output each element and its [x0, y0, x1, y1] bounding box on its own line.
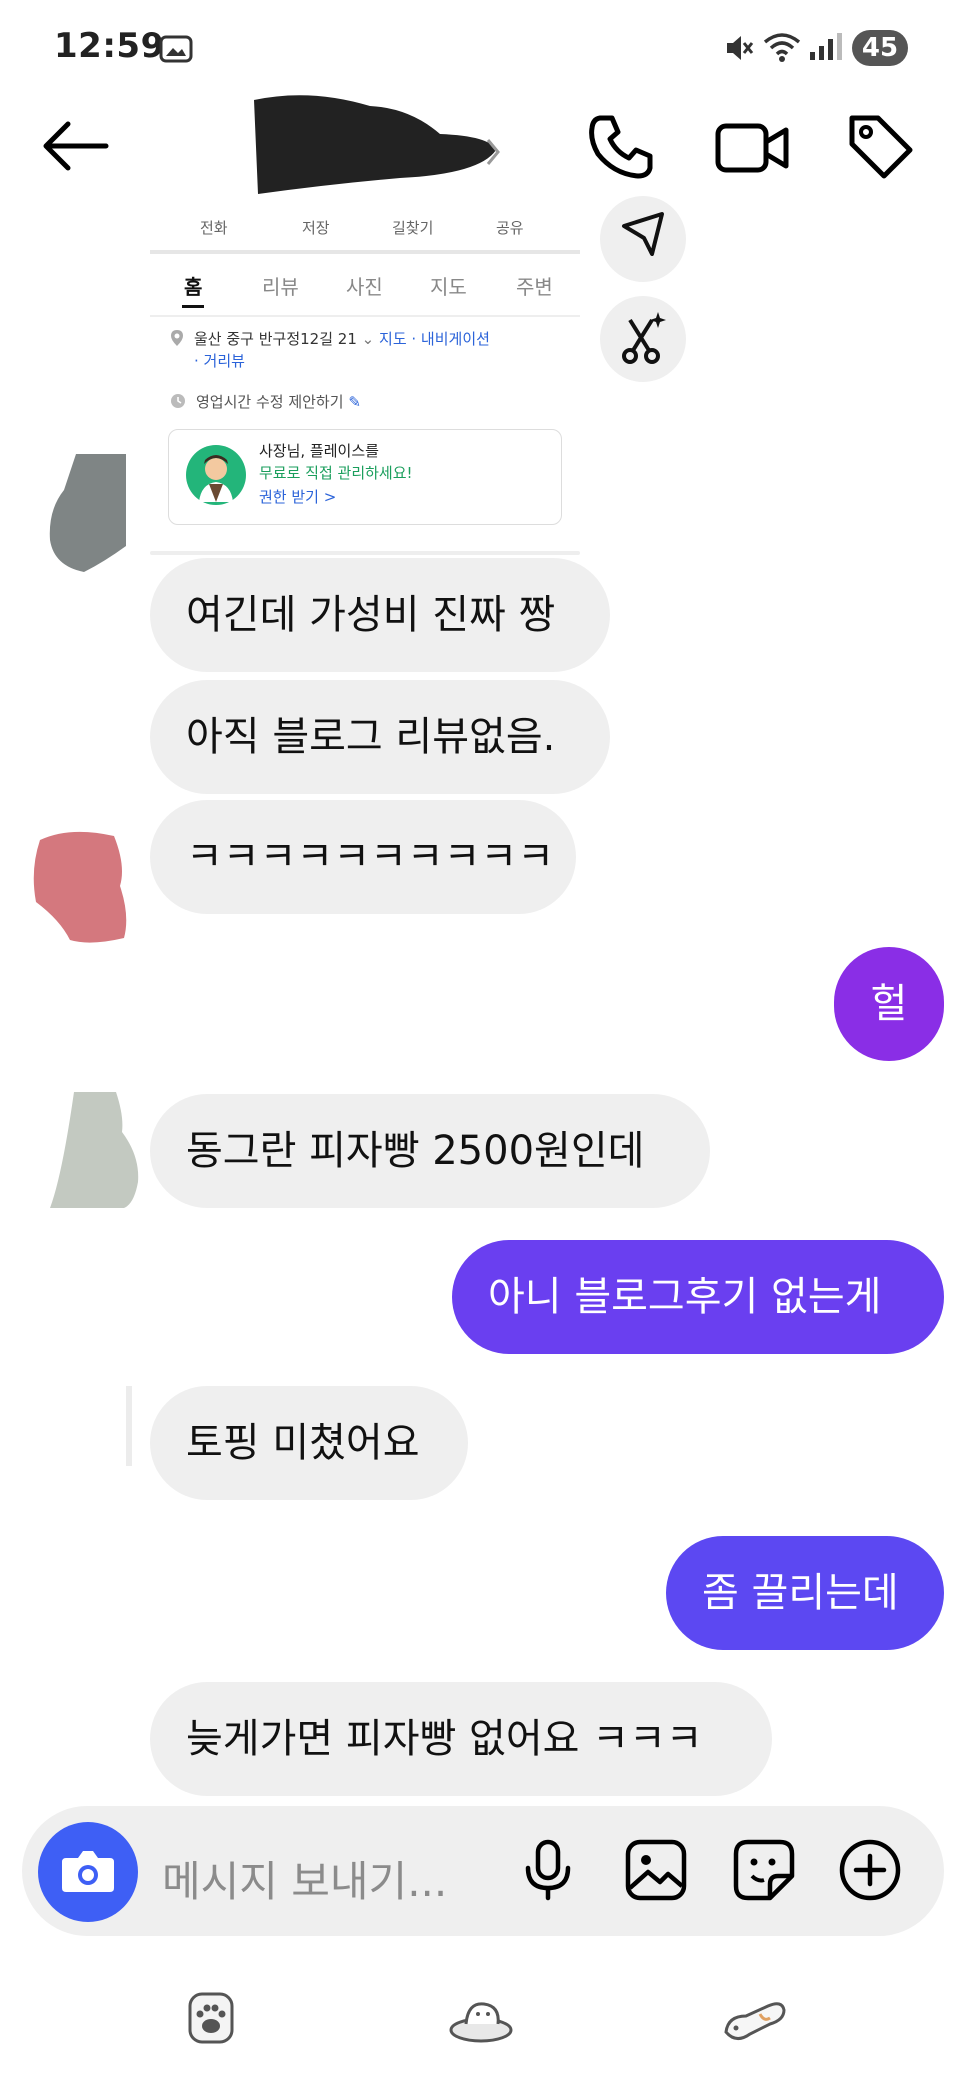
- message-bubble-incoming[interactable]: 아직 블로그 리뷰없음.: [150, 680, 610, 794]
- microphone-icon[interactable]: [516, 1838, 580, 1902]
- screenshot-indicator-icon: [159, 35, 193, 63]
- card-promo-box[interactable]: 사장님, 플레이스를 무료로 직접 관리하세요! 권한 받기 >: [168, 429, 562, 525]
- card-action-row: 전화 저장 길찾기 공유: [150, 215, 580, 255]
- card-tab-photos[interactable]: 사진: [346, 271, 383, 300]
- back-arrow-icon[interactable]: [40, 118, 110, 174]
- ai-scissors-button[interactable]: [600, 296, 686, 382]
- message-composer: [22, 1806, 944, 1936]
- message-bubble-incoming[interactable]: 여긴데 가성비 진짜 짱: [150, 558, 610, 672]
- message-bubble-outgoing[interactable]: 좀 끌리는데: [666, 1536, 944, 1650]
- sender-avatar[interactable]: [44, 450, 130, 575]
- navigation-arrow-icon: [622, 212, 664, 256]
- clock-icon: [171, 394, 185, 408]
- pencil-icon: ✎: [348, 393, 361, 411]
- sender-avatar[interactable]: [30, 826, 130, 946]
- message-bubble-outgoing[interactable]: 아니 블로그후기 없는게: [452, 1240, 944, 1354]
- card-tab-reviews[interactable]: 리뷰: [262, 271, 299, 300]
- card-tab-home[interactable]: 홈: [184, 271, 202, 300]
- message-bubble-incoming[interactable]: ㅋㅋㅋㅋㅋㅋㅋㅋㅋㅋ: [150, 800, 576, 914]
- card-address-text: 울산 중구 반구정12길 21: [194, 330, 357, 348]
- shared-place-card[interactable]: 전화 저장 길찾기 공유 홈 리뷰 사진 지도 주변 울산 중구 반구정12길 …: [150, 215, 580, 555]
- owner-avatar-icon: [186, 445, 246, 505]
- tag-icon[interactable]: [846, 112, 916, 182]
- message-bubble-incoming[interactable]: 늦게가면 피자빵 없어요 ㅋㅋㅋ: [150, 1682, 772, 1796]
- wifi-icon: [763, 33, 801, 62]
- dog-bed-icon[interactable]: [448, 1994, 514, 2044]
- phone-icon[interactable]: [586, 112, 656, 182]
- video-camera-icon[interactable]: [714, 112, 790, 182]
- card-hours-text: 영업시간 수정 제안하기: [196, 393, 344, 411]
- card-hours[interactable]: 영업시간 수정 제안하기 ✎: [196, 391, 361, 412]
- card-action-save[interactable]: 저장: [302, 217, 330, 238]
- plus-circle-icon[interactable]: [838, 1838, 902, 1902]
- card-tabs: 홈 리뷰 사진 지도 주변: [150, 271, 580, 311]
- message-input[interactable]: 메시지 보내기...: [162, 1848, 447, 1909]
- message-bubble-incoming[interactable]: 동그란 피자빵 2500원인데: [150, 1094, 710, 1208]
- card-action-share[interactable]: 공유: [496, 217, 524, 238]
- location-pin-icon: [171, 330, 183, 346]
- camera-button[interactable]: [38, 1822, 138, 1922]
- card-action-directions[interactable]: 길찾기: [392, 217, 433, 238]
- sticker-icon[interactable]: [732, 1838, 796, 1902]
- scissors-sparkle-icon: [622, 312, 666, 364]
- card-action-call[interactable]: 전화: [200, 217, 228, 238]
- sender-avatar[interactable]: [126, 1386, 132, 1466]
- image-icon[interactable]: [624, 1838, 688, 1902]
- dog-icon[interactable]: [720, 1992, 790, 2048]
- promo-link[interactable]: 권한 받기 >: [259, 486, 336, 507]
- promo-line-2: 무료로 직접 관리하세요!: [259, 464, 413, 482]
- card-address: 울산 중구 반구정12길 21 ⌄ 지도 · 내비게이션: [194, 330, 490, 348]
- signal-icon: [810, 33, 842, 60]
- card-address-links[interactable]: 지도 · 내비게이션: [379, 330, 490, 348]
- promo-line-1: 사장님, 플레이스를: [259, 442, 379, 460]
- mute-icon: [727, 36, 754, 60]
- card-streetview-link[interactable]: · 거리뷰: [194, 350, 245, 371]
- card-tab-map[interactable]: 지도: [430, 271, 467, 300]
- sender-avatar[interactable]: [44, 1086, 140, 1210]
- share-location-button[interactable]: [600, 196, 686, 282]
- status-time: 12:59: [54, 26, 165, 66]
- message-bubble-incoming[interactable]: 토핑 미쳤어요: [150, 1386, 468, 1500]
- battery-indicator: 45: [852, 30, 908, 66]
- card-tab-nearby[interactable]: 주변: [516, 271, 553, 300]
- camera-icon: [62, 1851, 114, 1892]
- paw-icon[interactable]: [186, 1990, 236, 2046]
- contact-name-redacted[interactable]: [250, 88, 500, 198]
- message-bubble-outgoing[interactable]: 헐: [834, 947, 944, 1061]
